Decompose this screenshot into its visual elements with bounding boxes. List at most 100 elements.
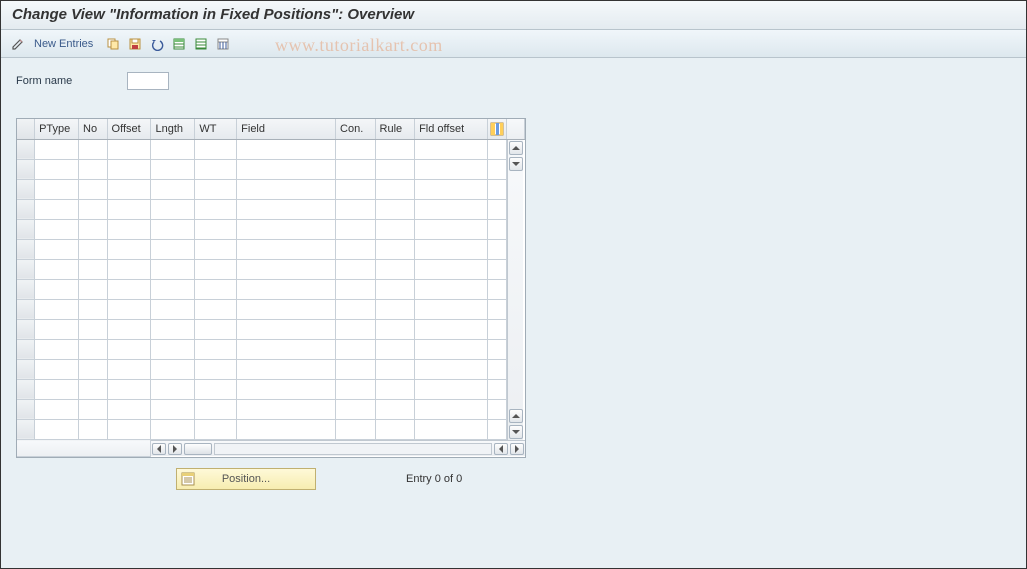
cell[interactable] [79,279,108,299]
cell[interactable] [195,379,237,399]
cell[interactable] [151,339,195,359]
cell[interactable] [151,359,195,379]
cell[interactable] [336,399,376,419]
cell[interactable] [237,239,336,259]
cell[interactable] [79,419,108,439]
cell[interactable] [336,139,376,159]
cell[interactable] [35,419,79,439]
cell[interactable] [35,139,79,159]
cell[interactable] [237,179,336,199]
cell[interactable] [487,299,507,319]
horizontal-scrollbar[interactable] [151,440,524,456]
row-selector[interactable] [17,299,35,319]
cell[interactable] [415,179,488,199]
cell[interactable] [336,299,376,319]
cell[interactable] [151,299,195,319]
scroll-right2-icon[interactable] [510,443,524,455]
cell[interactable] [79,199,108,219]
row-selector[interactable] [17,159,35,179]
cell[interactable] [35,219,79,239]
cell[interactable] [375,239,415,259]
cell[interactable] [487,359,507,379]
cell[interactable] [237,279,336,299]
scroll-left2-icon[interactable] [494,443,508,455]
cell[interactable] [79,219,108,239]
cell[interactable] [107,339,151,359]
cell[interactable] [375,139,415,159]
cell[interactable] [79,359,108,379]
row-selector[interactable] [17,139,35,159]
cell[interactable] [375,319,415,339]
row-selector[interactable] [17,279,35,299]
hscroll-track[interactable] [214,443,491,455]
cell[interactable] [107,299,151,319]
cell[interactable] [35,339,79,359]
cell[interactable] [375,399,415,419]
cell[interactable] [415,139,488,159]
cell[interactable] [415,319,488,339]
scroll-down2-icon[interactable] [509,425,523,439]
cell[interactable] [151,199,195,219]
col-offset[interactable]: Offset [107,119,151,139]
row-selector[interactable] [17,239,35,259]
cell[interactable] [107,159,151,179]
cell[interactable] [487,379,507,399]
cell[interactable] [35,379,79,399]
cell[interactable] [107,379,151,399]
cell[interactable] [195,199,237,219]
row-selector[interactable] [17,199,35,219]
cell[interactable] [415,419,488,439]
cell[interactable] [79,259,108,279]
cell[interactable] [35,319,79,339]
cell[interactable] [151,319,195,339]
cell[interactable] [336,259,376,279]
col-wt[interactable]: WT [195,119,237,139]
cell[interactable] [375,359,415,379]
cell[interactable] [415,339,488,359]
cell[interactable] [375,339,415,359]
cell[interactable] [79,379,108,399]
cell[interactable] [195,259,237,279]
cell[interactable] [79,299,108,319]
cell[interactable] [415,199,488,219]
cell[interactable] [195,279,237,299]
cell[interactable] [195,239,237,259]
cell[interactable] [237,219,336,239]
row-selector[interactable] [17,419,35,439]
cell[interactable] [237,259,336,279]
new-entries-button[interactable]: New Entries [30,36,101,52]
cell[interactable] [336,199,376,219]
row-selector[interactable] [17,259,35,279]
col-field[interactable]: Field [237,119,336,139]
cell[interactable] [237,399,336,419]
cell[interactable] [107,199,151,219]
cell[interactable] [415,159,488,179]
cell[interactable] [237,419,336,439]
cell[interactable] [35,179,79,199]
cell[interactable] [487,199,507,219]
cell[interactable] [151,159,195,179]
cell[interactable] [487,279,507,299]
cell[interactable] [35,359,79,379]
configure-columns-icon[interactable] [487,119,507,139]
cell[interactable] [237,359,336,379]
cell[interactable] [237,319,336,339]
cell[interactable] [487,139,507,159]
cell[interactable] [375,259,415,279]
cell[interactable] [375,199,415,219]
col-ptype[interactable]: PType [35,119,79,139]
cell[interactable] [336,359,376,379]
row-selector[interactable] [17,219,35,239]
cell[interactable] [35,239,79,259]
cell[interactable] [237,299,336,319]
cell[interactable] [415,299,488,319]
cell[interactable] [107,219,151,239]
cell[interactable] [195,419,237,439]
cell[interactable] [375,159,415,179]
delete-icon[interactable] [213,34,233,54]
cell[interactable] [195,139,237,159]
cell[interactable] [151,179,195,199]
row-selector[interactable] [17,319,35,339]
cell[interactable] [487,319,507,339]
cell[interactable] [415,359,488,379]
